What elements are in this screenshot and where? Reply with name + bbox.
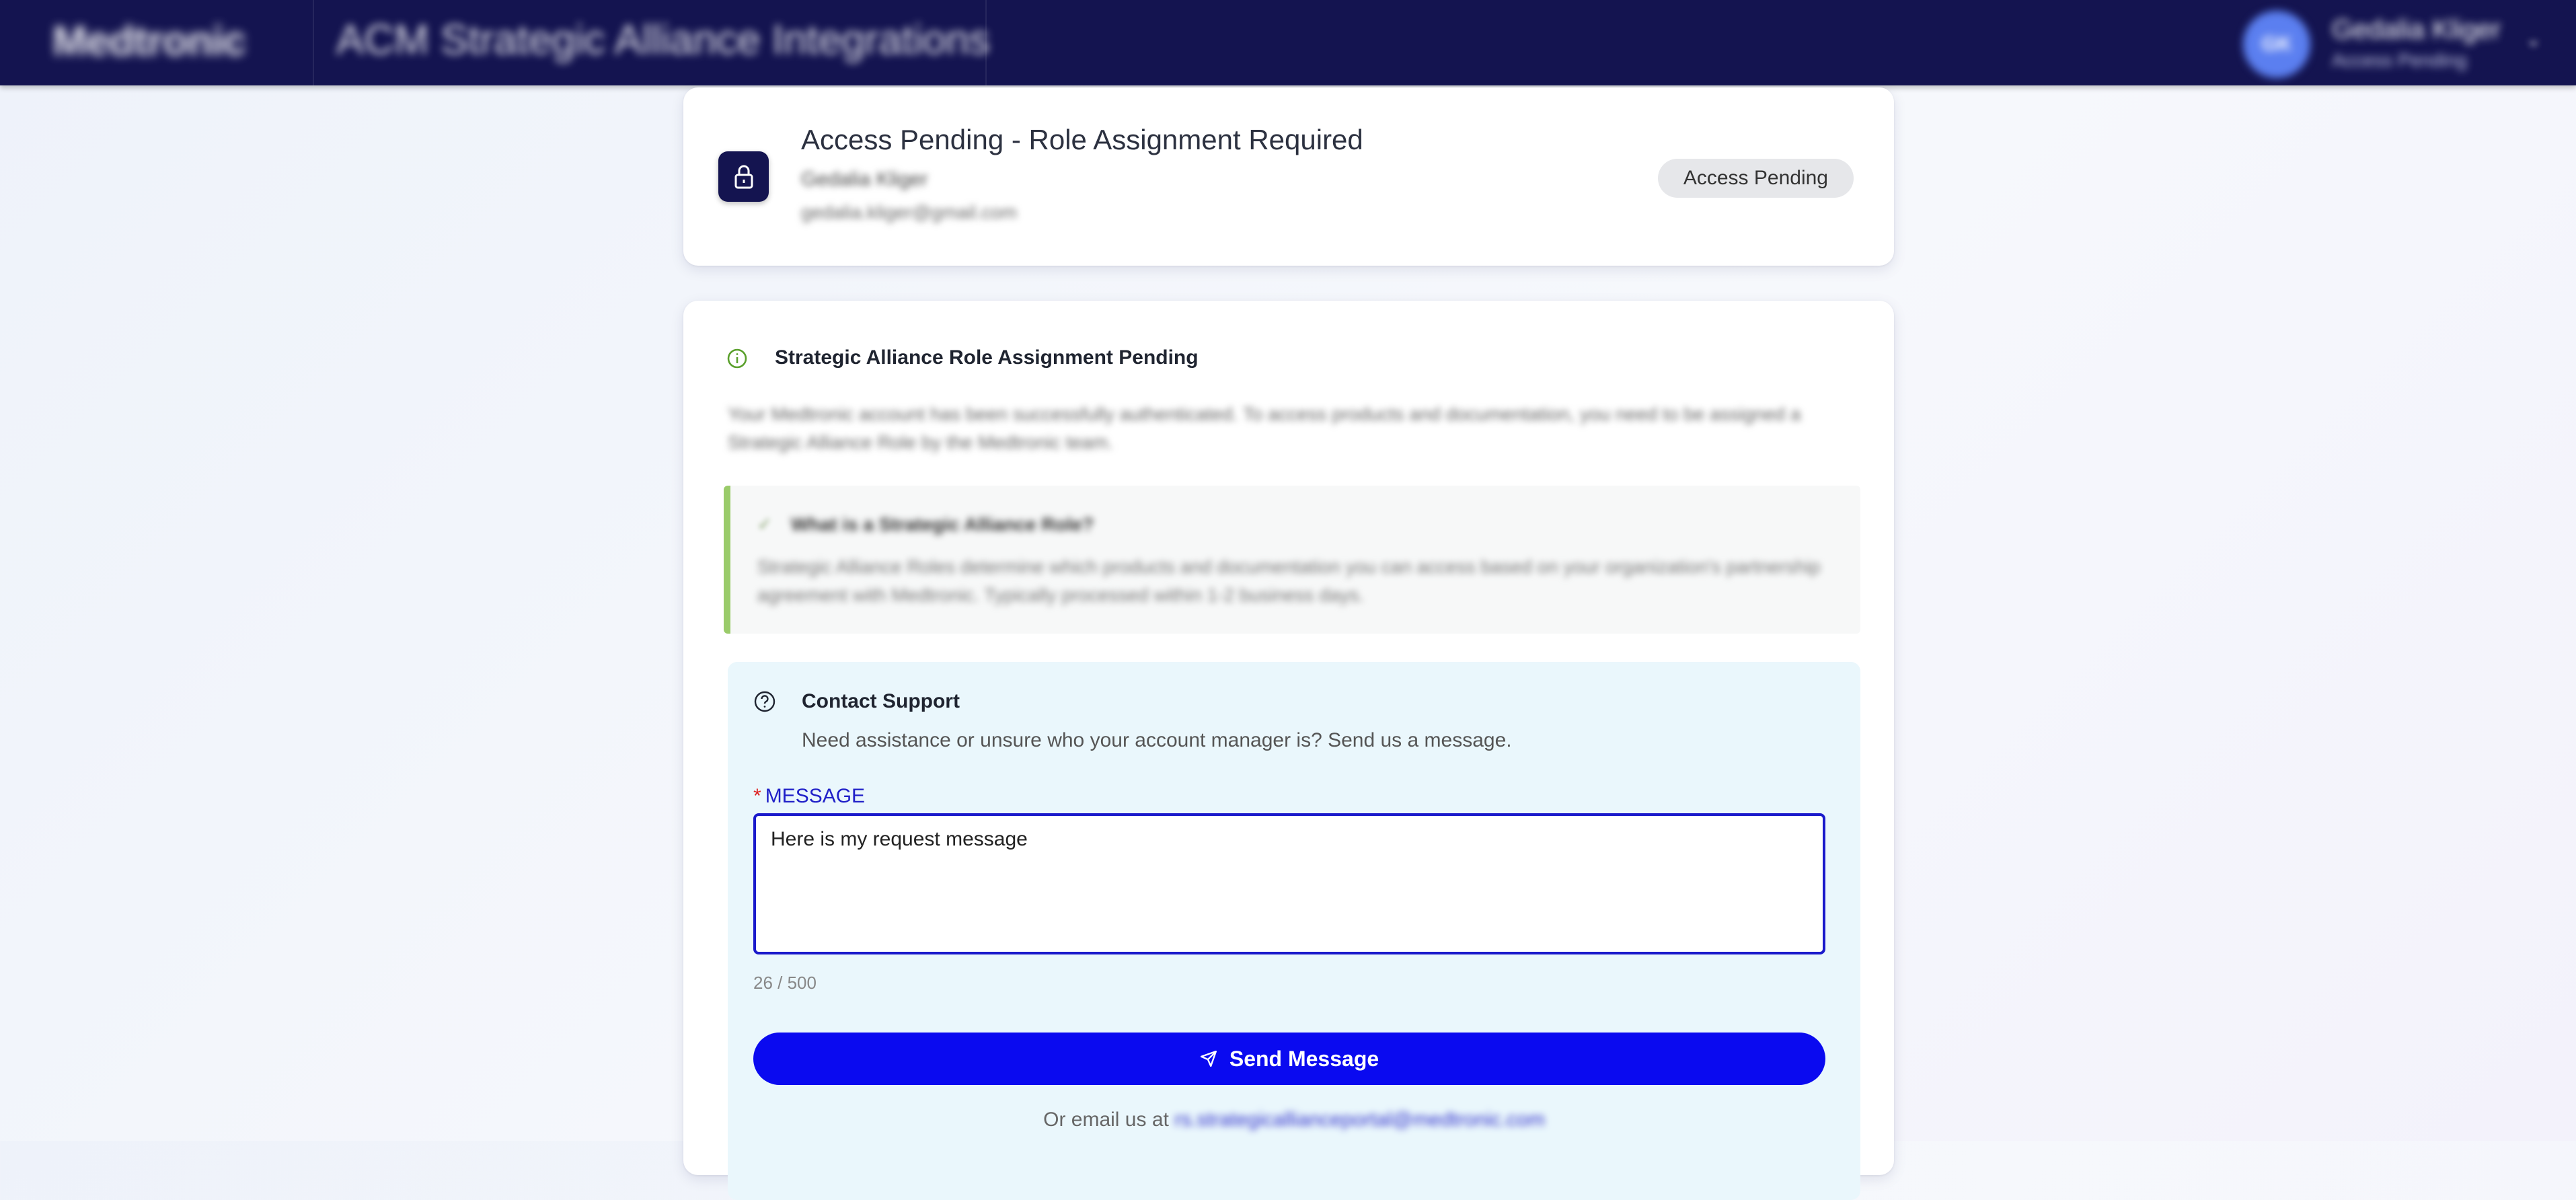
lock-icon — [718, 151, 769, 202]
callout-title: What is a Strategic Alliance Role? — [791, 514, 1094, 535]
required-mark: * — [753, 785, 761, 807]
send-message-label: Send Message — [1229, 1046, 1379, 1071]
send-icon — [1200, 1050, 1217, 1067]
message-textarea[interactable]: Here is my request message — [753, 813, 1825, 954]
status-badge: Access Pending — [1657, 159, 1854, 198]
user-avatar[interactable]: GK — [2243, 11, 2310, 78]
role-pending-card: Strategic Alliance Role Assignment Pendi… — [683, 301, 1894, 1200]
message-label-text: MESSAGE — [765, 785, 866, 807]
support-email-link[interactable]: rs.strategicallianceportal@medtronic.com — [1174, 1109, 1545, 1131]
app-title: ACM Strategic Alliance Integrations — [336, 17, 990, 63]
message-label: * MESSAGE — [753, 785, 865, 808]
info-icon — [727, 348, 747, 369]
access-user-email: gedalia.kliger@gmail.com — [801, 202, 1018, 223]
character-counter: 26 / 500 — [753, 973, 817, 993]
chevron-down-icon[interactable]: ⌄ — [2526, 28, 2541, 50]
header-divider — [313, 0, 314, 85]
top-navbar: Medtronic ACM Strategic Alliance Integra… — [0, 0, 2576, 85]
header-divider — [985, 0, 987, 85]
access-title: Access Pending - Role Assignment Require… — [801, 124, 1363, 155]
pending-description: Your Medtronic account has been successf… — [728, 404, 1801, 453]
role-info-callout: ✓ What is a Strategic Alliance Role? Str… — [724, 486, 1860, 634]
user-menu[interactable]: GK Gedalia Kliger Access Pending ⌄ — [2243, 8, 2552, 78]
access-user-name: Gedalia Kliger — [801, 168, 928, 190]
pending-title: Strategic Alliance Role Assignment Pendi… — [775, 346, 1199, 369]
user-role: Access Pending — [2332, 50, 2467, 71]
send-message-button[interactable]: Send Message — [753, 1033, 1825, 1085]
callout-text: Strategic Alliance Roles determine which… — [757, 556, 1821, 605]
medtronic-logo[interactable]: Medtronic — [52, 17, 246, 65]
help-circle-icon — [754, 691, 775, 712]
access-status-card: Access Pending - Role Assignment Require… — [683, 87, 1894, 266]
email-fallback: Or email us at rs.strategicallianceporta… — [728, 1109, 1860, 1131]
email-prefix: Or email us at — [1043, 1109, 1169, 1131]
contact-support-panel: Contact Support Need assistance or unsur… — [728, 662, 1860, 1200]
support-title: Contact Support — [802, 690, 960, 712]
support-subtitle: Need assistance or unsure who your accou… — [802, 729, 1512, 751]
check-icon: ✓ — [757, 514, 772, 534]
user-name: Gedalia Kliger — [2332, 15, 2501, 44]
